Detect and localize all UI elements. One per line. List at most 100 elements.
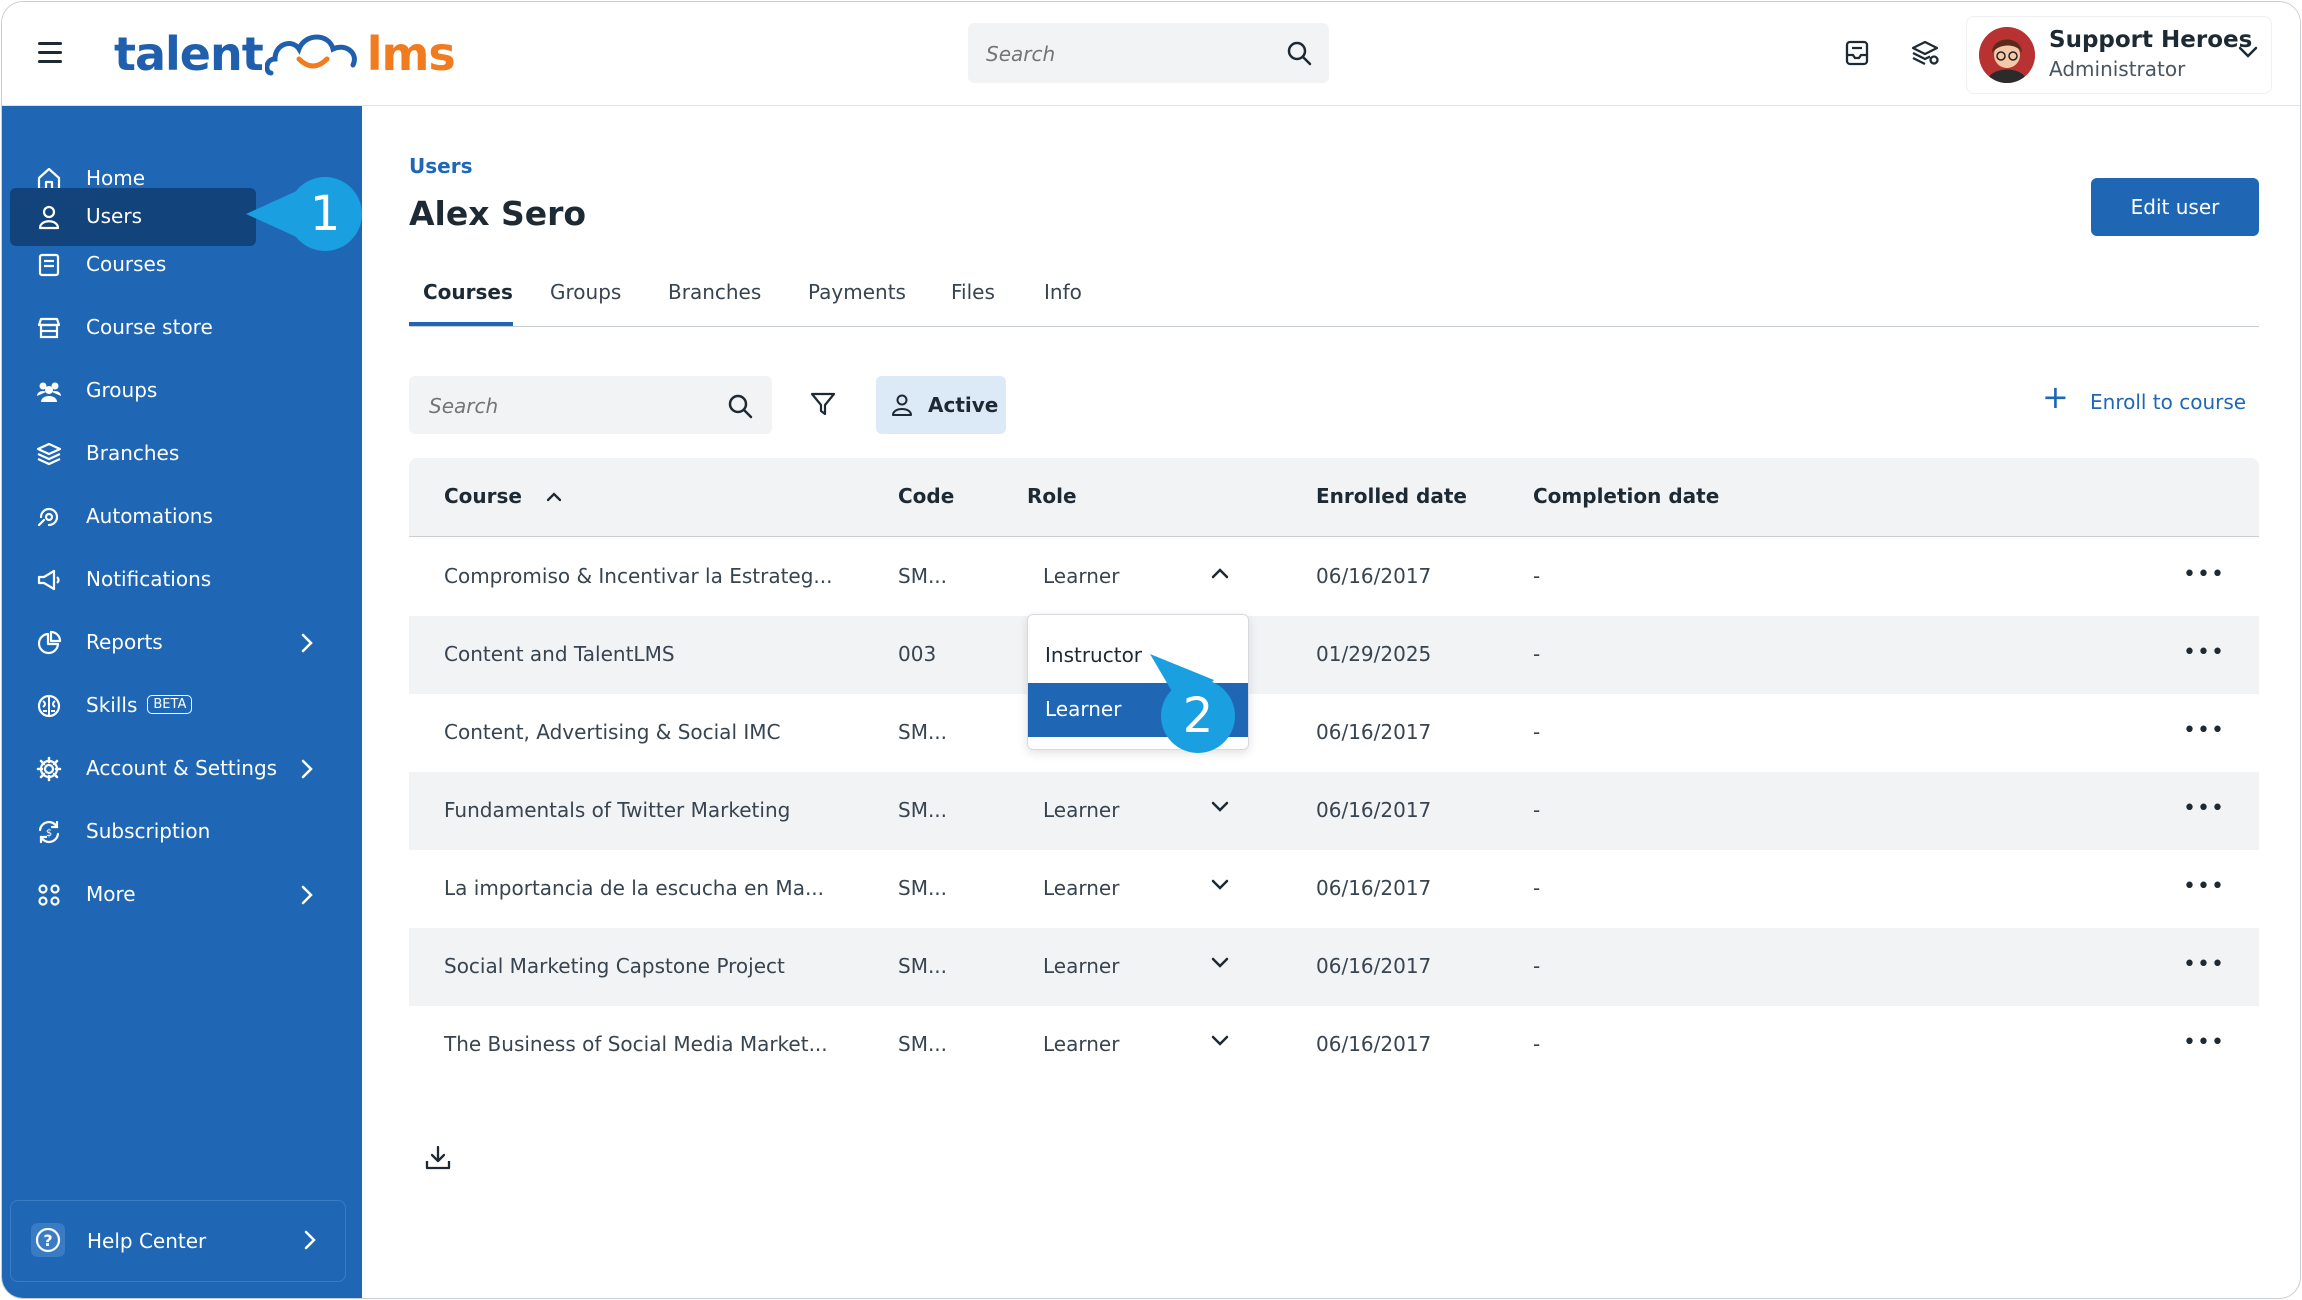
menu-icon[interactable] (38, 42, 62, 63)
sidebar-item-course-store[interactable]: Course store (10, 299, 360, 355)
user-icon (892, 394, 912, 416)
sidebar-item-subscription[interactable]: $ Subscription (10, 803, 360, 859)
talentlms-logo[interactable]: talent lms (114, 24, 456, 84)
inbox-icon[interactable] (1842, 38, 1872, 68)
sidebar-item-notifications[interactable]: Notifications (10, 551, 360, 607)
column-header-course[interactable]: Course (444, 484, 565, 508)
sidebar-item-reports[interactable]: Reports (10, 614, 360, 670)
completion-date: - (1533, 642, 1541, 666)
role-select[interactable]: Learner (1043, 954, 1119, 978)
role-select[interactable]: Learner (1043, 564, 1119, 588)
profile-name: Support Heroes (2049, 27, 2253, 53)
tab-payments[interactable]: Payments (808, 280, 906, 304)
sidebar-item-skills[interactable]: Skills BETA (10, 677, 360, 733)
chevron-down-icon[interactable] (2237, 45, 2259, 59)
course-name[interactable]: Social Marketing Capstone Project (444, 954, 785, 978)
callout-number: 1 (309, 186, 341, 242)
more-options-icon[interactable]: ••• (2183, 796, 2225, 821)
sidebar-item-account-settings[interactable]: Account & Settings (10, 740, 360, 796)
logo-text-lms: lms (366, 27, 456, 81)
course-name[interactable]: Content, Advertising & Social IMC (444, 720, 780, 744)
table-row[interactable]: La importancia de la escucha en Ma... SM… (409, 850, 2259, 928)
more-options-icon[interactable]: ••• (2183, 718, 2225, 743)
tab-info[interactable]: Info (1044, 280, 1082, 304)
more-options-icon[interactable]: ••• (2183, 562, 2225, 587)
sidebar-item-skills-label: Skills (86, 693, 138, 717)
enrolled-date: 01/29/2025 (1316, 642, 1432, 666)
column-header-code[interactable]: Code (898, 484, 954, 508)
tab-courses[interactable]: Courses (423, 280, 513, 304)
sidebar-item-label: Groups (86, 378, 158, 402)
callout-badge-2: 2 (1161, 679, 1235, 753)
table-row[interactable]: Content and TalentLMS 003 01/29/2025 - •… (409, 616, 2259, 694)
column-header-completion-date[interactable]: Completion date (1533, 484, 1719, 508)
active-filter-chip[interactable]: Active (876, 376, 1006, 434)
sidebar-item-label: Automations (86, 504, 213, 528)
help-center-label: Help Center (87, 1229, 207, 1253)
course-name[interactable]: La importancia de la escucha en Ma... (444, 876, 824, 900)
chevron-right-icon (301, 633, 313, 653)
sort-ascending-icon (546, 492, 562, 502)
chevron-down-icon[interactable] (1209, 956, 1231, 970)
course-name[interactable]: Fundamentals of Twitter Marketing (444, 798, 790, 822)
column-header-role[interactable]: Role (1027, 484, 1077, 508)
enroll-label: Enroll to course (2090, 390, 2247, 414)
callout-number: 2 (1182, 688, 1214, 744)
help-center-button[interactable]: ? Help Center (10, 1200, 346, 1282)
more-options-icon[interactable]: ••• (2183, 874, 2225, 899)
top-bar: talent lms Support Heroes Administrator (2, 2, 2300, 106)
completion-date: - (1533, 1032, 1541, 1056)
more-options-icon[interactable]: ••• (2183, 1030, 2225, 1055)
course-search-input[interactable] (427, 390, 711, 422)
course-name[interactable]: Content and TalentLMS (444, 642, 675, 666)
table-row[interactable]: Social Marketing Capstone Project SM... … (409, 928, 2259, 1006)
course-name[interactable]: The Business of Social Media Market... (444, 1032, 828, 1056)
page-title: Alex Sero (409, 194, 587, 233)
more-options-icon[interactable]: ••• (2183, 952, 2225, 977)
role-select[interactable]: Learner (1043, 876, 1119, 900)
sidebar-item-branches[interactable]: Branches (10, 425, 360, 481)
top-search-input[interactable] (984, 37, 1268, 71)
column-header-label: Course (444, 484, 522, 508)
breadcrumb[interactable]: Users (409, 154, 472, 178)
chevron-down-icon[interactable] (1209, 800, 1231, 814)
tab-groups[interactable]: Groups (550, 280, 621, 304)
edit-user-button[interactable]: Edit user (2091, 178, 2259, 236)
search-icon[interactable] (726, 392, 754, 420)
role-select[interactable]: Learner (1043, 798, 1119, 822)
more-options-icon[interactable]: ••• (2183, 640, 2225, 665)
sidebar-item-automations[interactable]: Automations (10, 488, 360, 544)
role-select[interactable]: Learner (1043, 1032, 1119, 1056)
course-code: SM... (898, 564, 948, 588)
chevron-down-icon[interactable] (1209, 1034, 1231, 1048)
sidebar-item-label: Subscription (86, 819, 211, 843)
sidebar-item-more[interactable]: More (10, 866, 360, 922)
table-row[interactable]: Compromiso & Incentivar la Estrateg... S… (409, 538, 2259, 616)
search-icon[interactable] (1285, 39, 1313, 67)
automation-icon (37, 507, 59, 527)
callout-badge-1: 1 (288, 177, 362, 251)
chevron-down-icon[interactable] (1209, 878, 1231, 892)
tab-branches[interactable]: Branches (668, 280, 761, 304)
layers-settings-icon[interactable] (1910, 38, 1940, 68)
profile-menu[interactable]: Support Heroes Administrator (1966, 16, 2272, 94)
book-icon (38, 253, 60, 277)
table-row[interactable]: Content, Advertising & Social IMC SM... … (409, 694, 2259, 772)
sidebar-item-label: Notifications (86, 567, 212, 591)
chevron-up-icon[interactable] (1209, 566, 1231, 580)
course-name[interactable]: Compromiso & Incentivar la Estrateg... (444, 564, 833, 588)
course-code: 003 (898, 642, 937, 666)
brain-icon (37, 694, 61, 718)
user-icon (38, 205, 60, 230)
svg-text:$: $ (46, 828, 52, 839)
filter-icon[interactable] (809, 390, 837, 418)
completion-date: - (1533, 954, 1541, 978)
enrolled-date: 06/16/2017 (1316, 564, 1432, 588)
table-row[interactable]: Fundamentals of Twitter Marketing SM... … (409, 772, 2259, 850)
download-icon[interactable] (424, 1144, 452, 1172)
sidebar: Home Users Courses Course store Groups B… (2, 106, 362, 1298)
column-header-enrolled-date[interactable]: Enrolled date (1316, 484, 1467, 508)
sidebar-item-groups[interactable]: Groups (10, 362, 360, 418)
table-row[interactable]: The Business of Social Media Market... S… (409, 1006, 2259, 1084)
tab-files[interactable]: Files (951, 280, 995, 304)
